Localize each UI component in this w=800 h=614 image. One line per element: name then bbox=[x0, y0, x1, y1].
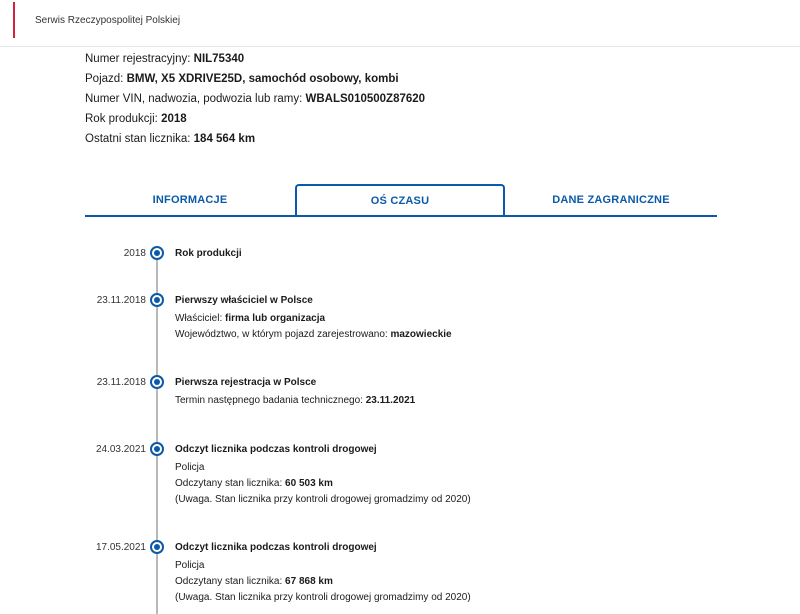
production-year-label: Rok produkcji: bbox=[85, 113, 162, 125]
event-details: Policja Odczytany stan licznika: 67 868 … bbox=[175, 560, 471, 608]
voivodeship-value: mazowieckie bbox=[390, 329, 452, 340]
event-details: Właściciel: firma lub organizacja Wojewó… bbox=[175, 313, 452, 345]
inspection-line: Termin następnego badania technicznego: … bbox=[175, 395, 415, 411]
site-header: Serwis Rzeczypospolitej Polskiej bbox=[0, 0, 800, 47]
odometer-value: 184 564 km bbox=[193, 133, 256, 145]
vin-label: Numer VIN, nadwozia, podwozia lub ramy: bbox=[85, 93, 306, 105]
odometer-label: Ostatni stan licznika: bbox=[85, 133, 194, 145]
event-details: Termin następnego badania technicznego: … bbox=[175, 395, 415, 411]
note-line: (Uwaga. Stan licznika przy kontroli drog… bbox=[175, 494, 471, 505]
owner-line: Właściciel: firma lub organizacja bbox=[175, 313, 452, 329]
vehicle-summary: Numer rejestracyjny: NIL75340 Pojazd: BM… bbox=[85, 52, 425, 152]
event-title: Odczyt licznika podczas kontroli drogowe… bbox=[175, 444, 377, 455]
registration-row: Numer rejestracyjny: NIL75340 bbox=[85, 52, 425, 72]
vehicle-row: Pojazd: BMW, X5 XDRIVE25D, samochód osob… bbox=[85, 72, 425, 92]
event-title: Odczyt licznika podczas kontroli drogowe… bbox=[175, 542, 377, 553]
event-date: 23.11.2018 bbox=[96, 295, 146, 306]
odometer-reading-label: Odczytany stan licznika: bbox=[175, 576, 286, 587]
source-line: Policja bbox=[175, 462, 205, 473]
event-date: 17.05.2021 bbox=[95, 542, 146, 553]
owner-label: Właściciel: bbox=[175, 313, 226, 324]
odometer-reading-line: Odczytany stan licznika: 67 868 km bbox=[175, 576, 471, 592]
odometer-reading-label: Odczytany stan licznika: bbox=[175, 478, 286, 489]
tab-dane-zagraniczne[interactable]: DANE ZAGRANICZNE bbox=[505, 185, 717, 215]
note-line: (Uwaga. Stan licznika przy kontroli drog… bbox=[175, 592, 471, 603]
production-year-row: Rok produkcji: 2018 bbox=[85, 112, 425, 132]
timeline-dot-icon bbox=[150, 442, 164, 456]
vehicle-label: Pojazd: bbox=[85, 73, 127, 85]
header-red-bar bbox=[13, 2, 15, 38]
production-year-value: 2018 bbox=[161, 113, 187, 125]
odometer-reading-value: 60 503 km bbox=[285, 478, 333, 489]
tab-os-czasu[interactable]: OŚ CZASU bbox=[295, 184, 505, 215]
source-line: Policja bbox=[175, 560, 205, 571]
event-details: Policja Odczytany stan licznika: 60 503 … bbox=[175, 462, 471, 510]
timeline: 2018 Rok produkcji 23.11.2018 Pierwszy w… bbox=[0, 240, 800, 614]
event-date: 24.03.2021 bbox=[95, 444, 146, 455]
voivodeship-line: Województwo, w którym pojazd zarejestrow… bbox=[175, 329, 452, 345]
owner-value: firma lub organizacja bbox=[225, 313, 326, 324]
odometer-row: Ostatni stan licznika: 184 564 km bbox=[85, 132, 425, 152]
registration-value: NIL75340 bbox=[193, 53, 245, 65]
timeline-axis bbox=[156, 254, 158, 614]
event-date: 2018 bbox=[123, 248, 146, 259]
timeline-dot-icon bbox=[150, 375, 164, 389]
registration-label: Numer rejestracyjny: bbox=[85, 53, 194, 65]
vehicle-value: BMW, X5 XDRIVE25D, samochód osobowy, kom… bbox=[126, 73, 399, 85]
event-title: Pierwsza rejestracja w Polsce bbox=[175, 377, 317, 388]
odometer-reading-line: Odczytany stan licznika: 60 503 km bbox=[175, 478, 471, 494]
inspection-value: 23.11.2021 bbox=[365, 395, 416, 406]
event-title: Rok produkcji bbox=[175, 248, 242, 259]
site-title[interactable]: Serwis Rzeczypospolitej Polskiej bbox=[35, 15, 180, 26]
voivodeship-label: Województwo, w którym pojazd zarejestrow… bbox=[175, 329, 391, 340]
odometer-reading-value: 67 868 km bbox=[285, 576, 333, 587]
event-date: 23.11.2018 bbox=[96, 377, 146, 388]
tab-informacje[interactable]: INFORMACJE bbox=[85, 185, 295, 215]
timeline-dot-icon bbox=[150, 293, 164, 307]
tab-bar: INFORMACJE OŚ CZASU DANE ZAGRANICZNE bbox=[85, 184, 717, 217]
timeline-dot-icon bbox=[150, 540, 164, 554]
vin-row: Numer VIN, nadwozia, podwozia lub ramy: … bbox=[85, 92, 425, 112]
event-title: Pierwszy właściciel w Polsce bbox=[175, 295, 313, 306]
inspection-label: Termin następnego badania technicznego: bbox=[175, 395, 366, 406]
timeline-dot-icon bbox=[150, 246, 164, 260]
vin-value: WBALS010500Z87620 bbox=[305, 93, 426, 105]
